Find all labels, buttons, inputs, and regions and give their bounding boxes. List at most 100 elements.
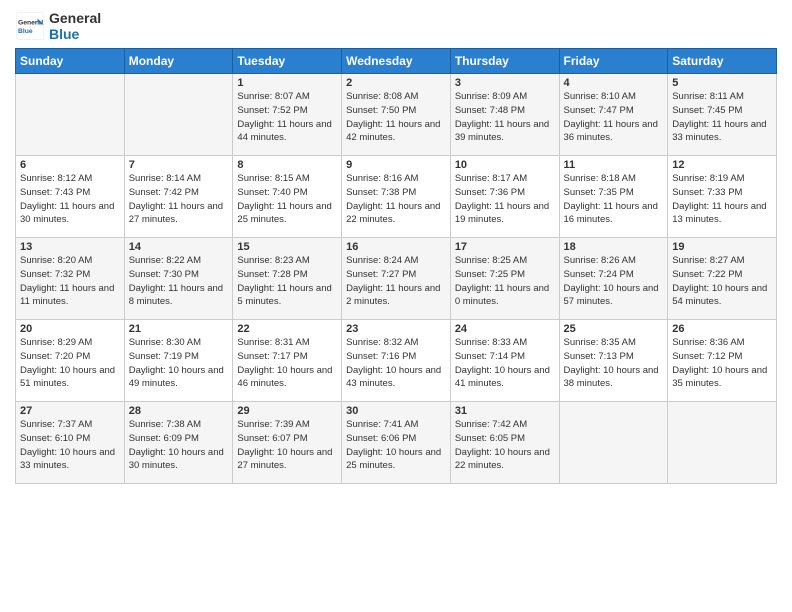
- day-info: Sunrise: 8:20 AMSunset: 7:32 PMDaylight:…: [20, 254, 120, 309]
- day-cell: 15Sunrise: 8:23 AMSunset: 7:28 PMDayligh…: [233, 238, 342, 320]
- day-number: 9: [346, 159, 446, 171]
- calendar-container: General Blue General Blue SundayMondayTu…: [0, 0, 792, 612]
- day-cell: 16Sunrise: 8:24 AMSunset: 7:27 PMDayligh…: [342, 238, 451, 320]
- day-cell: 20Sunrise: 8:29 AMSunset: 7:20 PMDayligh…: [16, 320, 125, 402]
- day-number: 14: [129, 241, 229, 253]
- day-cell: 10Sunrise: 8:17 AMSunset: 7:36 PMDayligh…: [450, 156, 559, 238]
- day-cell: 12Sunrise: 8:19 AMSunset: 7:33 PMDayligh…: [668, 156, 777, 238]
- day-number: 24: [455, 323, 555, 335]
- day-number: 3: [455, 77, 555, 89]
- day-cell: 31Sunrise: 7:42 AMSunset: 6:05 PMDayligh…: [450, 402, 559, 484]
- week-row-4: 20Sunrise: 8:29 AMSunset: 7:20 PMDayligh…: [16, 320, 777, 402]
- day-cell: 14Sunrise: 8:22 AMSunset: 7:30 PMDayligh…: [124, 238, 233, 320]
- day-number: 19: [672, 241, 772, 253]
- day-info: Sunrise: 7:42 AMSunset: 6:05 PMDaylight:…: [455, 418, 555, 473]
- day-info: Sunrise: 8:29 AMSunset: 7:20 PMDaylight:…: [20, 336, 120, 391]
- day-cell: 18Sunrise: 8:26 AMSunset: 7:24 PMDayligh…: [559, 238, 668, 320]
- day-number: 21: [129, 323, 229, 335]
- day-info: Sunrise: 7:41 AMSunset: 6:06 PMDaylight:…: [346, 418, 446, 473]
- day-header-friday: Friday: [559, 49, 668, 74]
- day-cell: 27Sunrise: 7:37 AMSunset: 6:10 PMDayligh…: [16, 402, 125, 484]
- day-number: 22: [237, 323, 337, 335]
- day-cell: 11Sunrise: 8:18 AMSunset: 7:35 PMDayligh…: [559, 156, 668, 238]
- day-number: 5: [672, 77, 772, 89]
- day-cell: 8Sunrise: 8:15 AMSunset: 7:40 PMDaylight…: [233, 156, 342, 238]
- day-cell: [124, 74, 233, 156]
- day-info: Sunrise: 8:18 AMSunset: 7:35 PMDaylight:…: [564, 172, 664, 227]
- day-number: 25: [564, 323, 664, 335]
- week-row-5: 27Sunrise: 7:37 AMSunset: 6:10 PMDayligh…: [16, 402, 777, 484]
- day-info: Sunrise: 8:25 AMSunset: 7:25 PMDaylight:…: [455, 254, 555, 309]
- day-number: 28: [129, 405, 229, 417]
- calendar-body: 1Sunrise: 8:07 AMSunset: 7:52 PMDaylight…: [16, 74, 777, 484]
- day-info: Sunrise: 8:23 AMSunset: 7:28 PMDaylight:…: [237, 254, 337, 309]
- day-info: Sunrise: 7:39 AMSunset: 6:07 PMDaylight:…: [237, 418, 337, 473]
- day-cell: 24Sunrise: 8:33 AMSunset: 7:14 PMDayligh…: [450, 320, 559, 402]
- calendar-table: SundayMondayTuesdayWednesdayThursdayFrid…: [15, 48, 777, 484]
- day-info: Sunrise: 8:15 AMSunset: 7:40 PMDaylight:…: [237, 172, 337, 227]
- logo: General Blue General Blue: [15, 10, 101, 42]
- week-row-1: 1Sunrise: 8:07 AMSunset: 7:52 PMDaylight…: [16, 74, 777, 156]
- day-header-saturday: Saturday: [668, 49, 777, 74]
- day-header-monday: Monday: [124, 49, 233, 74]
- day-cell: [559, 402, 668, 484]
- day-number: 27: [20, 405, 120, 417]
- day-info: Sunrise: 8:11 AMSunset: 7:45 PMDaylight:…: [672, 90, 772, 145]
- day-info: Sunrise: 8:22 AMSunset: 7:30 PMDaylight:…: [129, 254, 229, 309]
- day-number: 16: [346, 241, 446, 253]
- day-info: Sunrise: 7:37 AMSunset: 6:10 PMDaylight:…: [20, 418, 120, 473]
- day-number: 2: [346, 77, 446, 89]
- day-info: Sunrise: 8:36 AMSunset: 7:12 PMDaylight:…: [672, 336, 772, 391]
- day-cell: 7Sunrise: 8:14 AMSunset: 7:42 PMDaylight…: [124, 156, 233, 238]
- day-info: Sunrise: 8:30 AMSunset: 7:19 PMDaylight:…: [129, 336, 229, 391]
- day-info: Sunrise: 8:14 AMSunset: 7:42 PMDaylight:…: [129, 172, 229, 227]
- day-number: 26: [672, 323, 772, 335]
- day-cell: 6Sunrise: 8:12 AMSunset: 7:43 PMDaylight…: [16, 156, 125, 238]
- day-header-thursday: Thursday: [450, 49, 559, 74]
- day-number: 31: [455, 405, 555, 417]
- day-info: Sunrise: 8:16 AMSunset: 7:38 PMDaylight:…: [346, 172, 446, 227]
- header: General Blue General Blue: [15, 10, 777, 42]
- day-info: Sunrise: 8:32 AMSunset: 7:16 PMDaylight:…: [346, 336, 446, 391]
- day-cell: 5Sunrise: 8:11 AMSunset: 7:45 PMDaylight…: [668, 74, 777, 156]
- day-number: 1: [237, 77, 337, 89]
- day-cell: 23Sunrise: 8:32 AMSunset: 7:16 PMDayligh…: [342, 320, 451, 402]
- logo-icon: General Blue: [15, 11, 45, 41]
- week-row-3: 13Sunrise: 8:20 AMSunset: 7:32 PMDayligh…: [16, 238, 777, 320]
- day-info: Sunrise: 8:10 AMSunset: 7:47 PMDaylight:…: [564, 90, 664, 145]
- day-info: Sunrise: 8:24 AMSunset: 7:27 PMDaylight:…: [346, 254, 446, 309]
- day-cell: 21Sunrise: 8:30 AMSunset: 7:19 PMDayligh…: [124, 320, 233, 402]
- day-cell: 29Sunrise: 7:39 AMSunset: 6:07 PMDayligh…: [233, 402, 342, 484]
- day-header-sunday: Sunday: [16, 49, 125, 74]
- day-info: Sunrise: 8:26 AMSunset: 7:24 PMDaylight:…: [564, 254, 664, 309]
- day-number: 4: [564, 77, 664, 89]
- day-cell: 13Sunrise: 8:20 AMSunset: 7:32 PMDayligh…: [16, 238, 125, 320]
- day-cell: 26Sunrise: 8:36 AMSunset: 7:12 PMDayligh…: [668, 320, 777, 402]
- day-cell: 28Sunrise: 7:38 AMSunset: 6:09 PMDayligh…: [124, 402, 233, 484]
- day-info: Sunrise: 8:19 AMSunset: 7:33 PMDaylight:…: [672, 172, 772, 227]
- day-info: Sunrise: 8:31 AMSunset: 7:17 PMDaylight:…: [237, 336, 337, 391]
- week-row-2: 6Sunrise: 8:12 AMSunset: 7:43 PMDaylight…: [16, 156, 777, 238]
- day-info: Sunrise: 8:09 AMSunset: 7:48 PMDaylight:…: [455, 90, 555, 145]
- day-header-tuesday: Tuesday: [233, 49, 342, 74]
- day-number: 6: [20, 159, 120, 171]
- day-cell: 1Sunrise: 8:07 AMSunset: 7:52 PMDaylight…: [233, 74, 342, 156]
- day-cell: 30Sunrise: 7:41 AMSunset: 6:06 PMDayligh…: [342, 402, 451, 484]
- day-number: 30: [346, 405, 446, 417]
- day-cell: 3Sunrise: 8:09 AMSunset: 7:48 PMDaylight…: [450, 74, 559, 156]
- day-number: 7: [129, 159, 229, 171]
- day-cell: 17Sunrise: 8:25 AMSunset: 7:25 PMDayligh…: [450, 238, 559, 320]
- day-number: 17: [455, 241, 555, 253]
- day-info: Sunrise: 8:27 AMSunset: 7:22 PMDaylight:…: [672, 254, 772, 309]
- day-header-wednesday: Wednesday: [342, 49, 451, 74]
- day-info: Sunrise: 8:33 AMSunset: 7:14 PMDaylight:…: [455, 336, 555, 391]
- day-cell: 9Sunrise: 8:16 AMSunset: 7:38 PMDaylight…: [342, 156, 451, 238]
- day-cell: 25Sunrise: 8:35 AMSunset: 7:13 PMDayligh…: [559, 320, 668, 402]
- day-number: 29: [237, 405, 337, 417]
- day-number: 23: [346, 323, 446, 335]
- day-number: 8: [237, 159, 337, 171]
- day-cell: 19Sunrise: 8:27 AMSunset: 7:22 PMDayligh…: [668, 238, 777, 320]
- day-cell: [668, 402, 777, 484]
- day-number: 11: [564, 159, 664, 171]
- day-number: 12: [672, 159, 772, 171]
